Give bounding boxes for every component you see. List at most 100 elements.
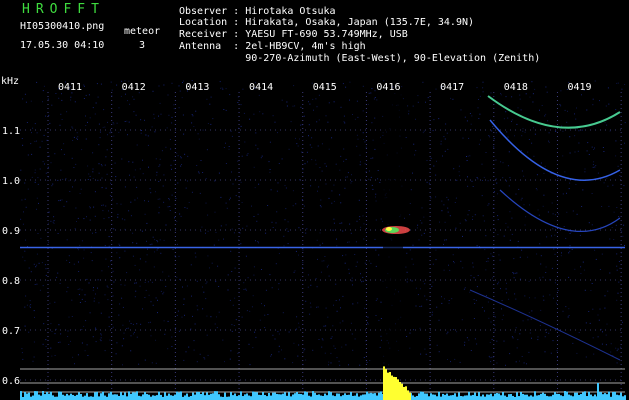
noise-dot [619,175,621,176]
noise-dot [158,85,160,87]
intensity-bar [424,393,426,400]
noise-dot [277,182,279,184]
noise-dot [359,161,361,163]
intensity-bar [432,394,434,400]
noise-dot [422,132,424,134]
noise-dot [200,160,202,161]
noise-dot [491,356,493,358]
noise-dot [221,87,223,89]
intensity-bar [314,392,316,400]
noise-dot [286,228,288,230]
noise-dot [607,87,609,89]
noise-dot [489,357,491,359]
intensity-bar [294,393,296,400]
noise-dot [606,177,608,179]
noise-dot [214,180,216,182]
intensity-bar [146,394,148,400]
noise-dot [248,343,250,345]
noise-dot [543,172,545,174]
noise-dot [251,306,253,308]
noise-dot [59,283,61,284]
noise-dot [51,104,53,106]
noise-dot [318,339,320,340]
noise-dot [528,351,530,353]
intensity-bar [486,394,488,400]
noise-dot [257,148,259,150]
noise-dot [497,193,499,195]
noise-dot [99,338,101,340]
noise-dot [515,193,517,195]
noise-dot [87,179,89,180]
noise-dot [584,171,586,173]
noise-dot [48,114,50,116]
noise-dot [61,119,63,120]
noise-dot [28,331,30,333]
noise-dot [190,264,192,266]
noise-dot [325,183,327,185]
noise-dot [580,273,582,274]
noise-dot [476,286,478,288]
y-tick-label: 0.8 [2,276,20,287]
intensity-bar [254,392,256,400]
noise-dot [433,165,435,167]
intensity-bar [134,392,136,400]
noise-dot [182,114,184,116]
noise-dot [129,320,131,322]
noise-dot [149,244,151,246]
intensity-bar [606,394,608,400]
noise-dot [320,199,322,201]
intensity-bar [446,393,448,400]
noise-dot [441,296,442,298]
noise-dot [24,325,26,327]
noise-dot [95,327,96,329]
intensity-bar [530,395,532,400]
noise-dot [441,302,443,304]
noise-dot [559,104,561,106]
noise-dot [157,299,158,301]
noise-dot [168,198,170,199]
noise-dot [362,215,364,217]
noise-dot [487,204,489,206]
noise-dot [184,207,186,208]
noise-dot [339,299,340,301]
noise-dot [300,106,302,108]
noise-dot [556,350,558,352]
noise-dot [52,221,54,223]
intensity-bar [316,394,318,400]
noise-dot [57,233,59,234]
noise-dot [235,319,237,321]
noise-dot [108,326,110,328]
noise-dot [540,162,542,164]
noise-dot [341,222,343,224]
intensity-bar [354,395,356,400]
noise-dot [72,186,73,188]
noise-dot [148,200,149,202]
noise-dot [162,271,164,273]
noise-dot [125,93,126,95]
noise-dot [607,185,609,187]
noise-dot [446,196,448,198]
intensity-bar [76,394,78,400]
noise-dot [422,280,424,282]
noise-dot [318,119,320,121]
noise-dot [524,131,526,133]
noise-dot [165,224,167,226]
noise-dot [207,255,209,257]
intensity-peak-bar [383,366,385,400]
noise-dot [378,319,380,321]
noise-dot [491,255,493,257]
noise-dot [249,310,251,312]
noise-dot [113,281,115,283]
noise-dot [105,187,107,189]
noise-dot [217,265,219,267]
noise-dot [367,322,368,324]
noise-dot [325,115,327,117]
noise-dot [333,200,335,202]
noise-dot [438,118,440,120]
noise-dot [592,104,594,106]
noise-dot [207,123,209,124]
noise-dot [231,228,233,230]
noise-dot [163,174,165,176]
noise-dot [205,202,207,204]
noise-dot [569,250,571,252]
